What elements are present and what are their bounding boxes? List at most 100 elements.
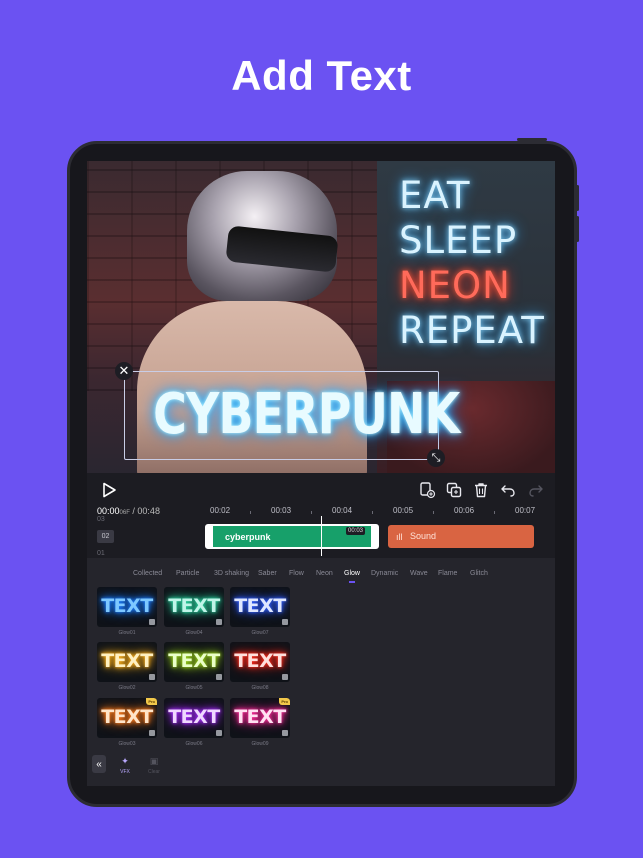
preset-text: TEXT: [168, 650, 220, 672]
preset-name: Glow01: [118, 630, 136, 636]
sound-clip[interactable]: ıll Sound: [388, 525, 534, 548]
download-icon: [149, 674, 155, 680]
ruler-label: 00:07: [515, 506, 536, 515]
preset-text: TEXT: [234, 706, 286, 728]
vfx-button[interactable]: ✦ VFX: [113, 756, 137, 775]
download-icon: [216, 619, 222, 625]
clear-button[interactable]: ▣ Clear: [142, 756, 166, 775]
preset-text: TEXT: [101, 595, 153, 617]
text-selection-box[interactable]: CYBERPUNK: [124, 371, 460, 460]
preset-name: Glow08: [251, 685, 269, 691]
effect-tabs: Collected Particle 3D shaking Saber Flow…: [87, 570, 555, 584]
current-frame: 06F: [119, 510, 130, 516]
playback-toolbar: [87, 473, 555, 507]
add-clip-icon[interactable]: [418, 481, 436, 499]
preset-text: TEXT: [168, 706, 220, 728]
ruler-tick: [372, 511, 373, 514]
tab-neon[interactable]: Neon: [316, 570, 333, 577]
preset-tile[interactable]: TEXT: [97, 587, 157, 627]
duplicate-icon[interactable]: [445, 481, 463, 499]
tab-collected[interactable]: Collected: [133, 570, 162, 577]
vfx-label: VFX: [120, 769, 130, 775]
sparkle-icon: ✦: [121, 756, 129, 766]
preset-tile[interactable]: TEXT: [164, 642, 224, 682]
ruler-label: 00:03: [271, 506, 292, 515]
sound-clip-label: Sound: [410, 531, 437, 541]
preset-text: TEXT: [101, 706, 153, 728]
preset-tile[interactable]: TEXT: [164, 587, 224, 627]
collapse-icon[interactable]: «: [92, 755, 106, 773]
download-icon: [282, 674, 288, 680]
total-time: 00:48: [137, 506, 160, 516]
neon-sign: EAT SLEEP NEON REPEAT: [399, 173, 555, 353]
tab-glitch[interactable]: Glitch: [470, 570, 488, 577]
tab-wave[interactable]: Wave: [410, 570, 428, 577]
preset-name: Glow07: [251, 630, 269, 636]
tablet-volume-button: [576, 185, 579, 211]
tab-particle[interactable]: Particle: [176, 570, 199, 577]
overlay-text[interactable]: CYBERPUNK: [153, 382, 460, 447]
tablet-side-button: [517, 138, 547, 141]
tab-saber[interactable]: Saber: [258, 570, 277, 577]
ruler-tick: [250, 511, 251, 514]
preset-tile[interactable]: TEXT Pro: [97, 698, 157, 738]
preset-name: Glow09: [251, 741, 269, 747]
download-icon: [282, 730, 288, 736]
close-icon[interactable]: ✕: [115, 362, 133, 380]
preset-name: Glow04: [185, 630, 203, 636]
redo-icon: [529, 485, 543, 497]
timecode: 00:0006F / 00:48: [97, 506, 160, 516]
resize-icon[interactable]: ⤡: [427, 449, 445, 467]
preset-tile[interactable]: TEXT: [164, 698, 224, 738]
track-number-active[interactable]: 02: [97, 530, 114, 543]
text-clip-duration: 00:03: [345, 527, 365, 535]
neon-line: REPEAT: [399, 309, 545, 352]
preset-name: Glow06: [185, 741, 203, 747]
preset-name: Glow02: [118, 685, 136, 691]
preset-tile[interactable]: TEXT: [230, 642, 290, 682]
text-clip[interactable]: cyberpunk 00:03: [205, 524, 379, 549]
preset-tile[interactable]: TEXT: [230, 587, 290, 627]
delete-icon[interactable]: [472, 481, 490, 499]
tab-flow[interactable]: Flow: [289, 570, 304, 577]
ruler-label: 00:06: [454, 506, 475, 515]
ruler-tick: [494, 511, 495, 514]
track-number: 01: [97, 550, 105, 557]
track-number: 03: [97, 516, 105, 523]
text-clip-label: cyberpunk: [225, 532, 271, 542]
ruler-tick: [433, 511, 434, 514]
preset-text: TEXT: [101, 650, 153, 672]
preset-text: TEXT: [168, 595, 220, 617]
tab-flame[interactable]: Flame: [438, 570, 457, 577]
preset-name: Glow05: [185, 685, 203, 691]
play-icon[interactable]: [101, 482, 117, 498]
neon-line: NEON: [399, 264, 511, 307]
download-icon: [216, 730, 222, 736]
current-time: 00:00: [97, 506, 120, 516]
preset-text: TEXT: [234, 650, 286, 672]
bottom-bar: « ✦ VFX ▣ Clear: [87, 748, 555, 786]
clear-icon: ▣: [149, 756, 159, 766]
pro-badge: Pro: [279, 698, 290, 705]
ruler-label: 00:02: [210, 506, 231, 515]
undo-icon[interactable]: [499, 481, 517, 499]
clear-label: Clear: [148, 769, 160, 775]
effects-panel: Collected Particle 3D shaking Saber Flow…: [87, 558, 555, 786]
tab-glow[interactable]: Glow: [344, 570, 360, 577]
preset-tile[interactable]: TEXT Pro: [230, 698, 290, 738]
neon-line: EAT: [399, 174, 471, 217]
waveform-icon: ıll: [396, 532, 403, 542]
playhead[interactable]: [321, 516, 322, 556]
ruler-label: 00:05: [393, 506, 414, 515]
preset-text: TEXT: [234, 595, 286, 617]
pro-badge: Pro: [146, 698, 157, 705]
download-icon: [282, 619, 288, 625]
video-preview[interactable]: EAT SLEEP NEON REPEAT CYBERPUNK ✕ ⤡: [87, 161, 555, 473]
tab-dynamic[interactable]: Dynamic: [371, 570, 398, 577]
preset-tile[interactable]: TEXT: [97, 642, 157, 682]
neon-line: SLEEP: [399, 219, 518, 262]
ruler-tick: [311, 511, 312, 514]
tab-3d-shaking[interactable]: 3D shaking: [214, 570, 249, 577]
active-tab-indicator: [349, 581, 355, 583]
time-separator: /: [132, 506, 135, 516]
